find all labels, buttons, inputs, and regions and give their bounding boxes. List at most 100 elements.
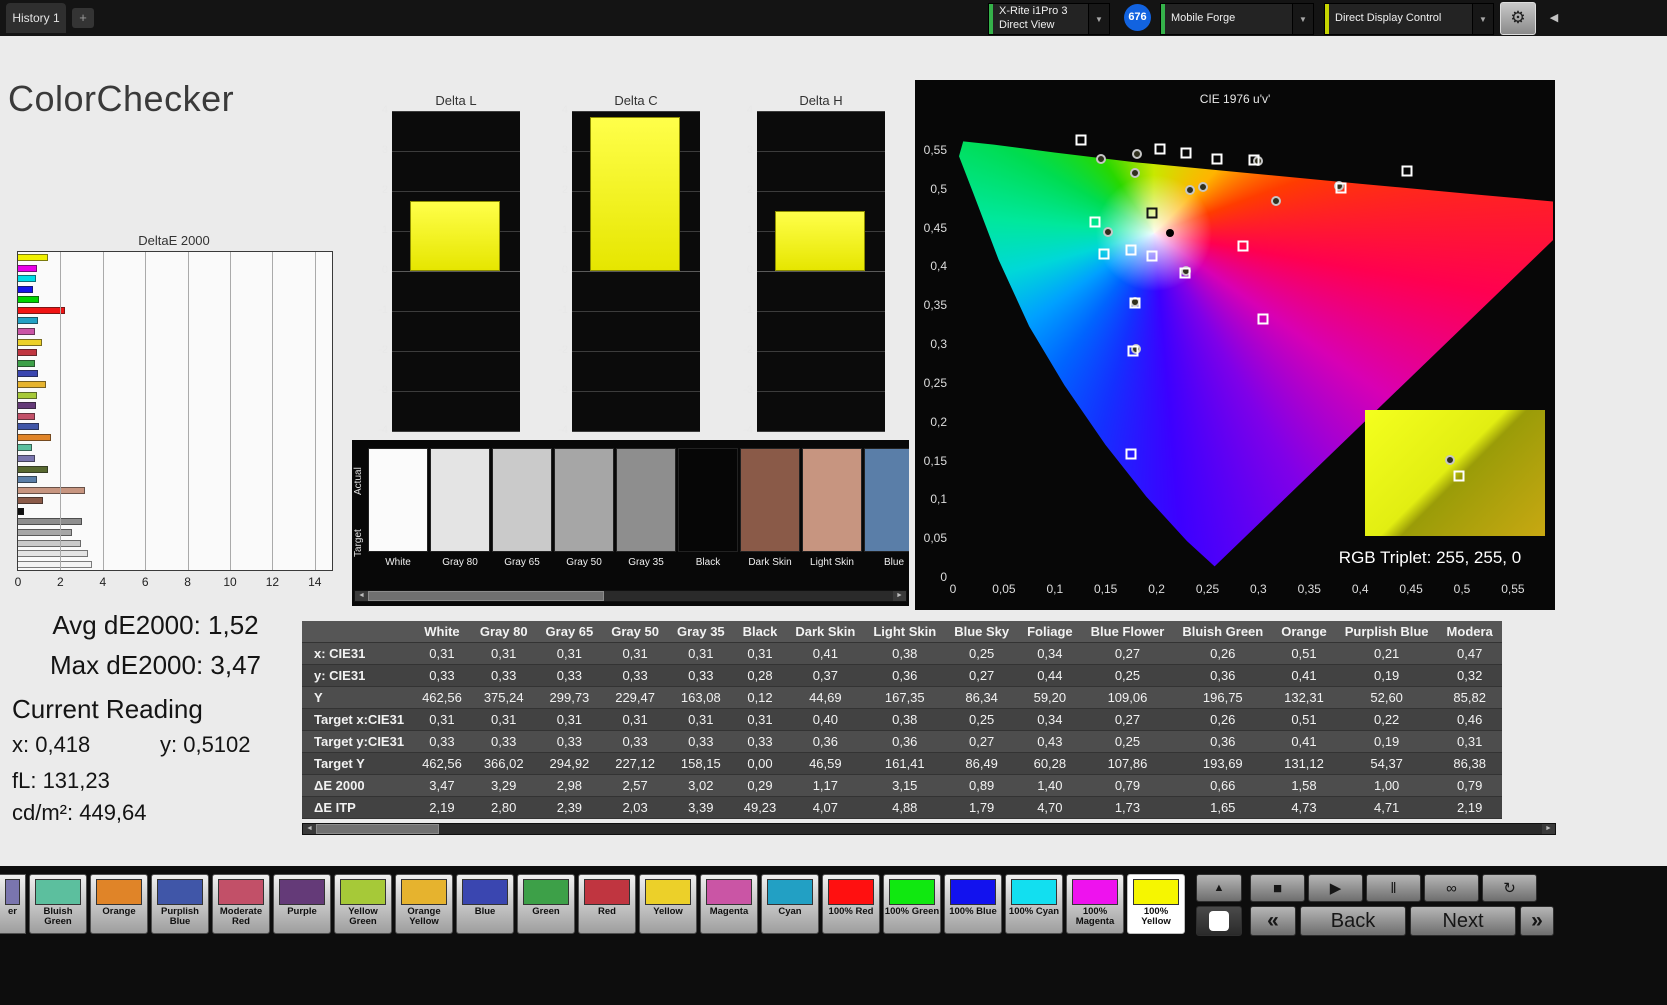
pattern-button[interactable]: Magenta [700,874,758,934]
pattern-button[interactable]: Green [517,874,575,934]
first-pattern-button[interactable]: « [1250,906,1296,936]
pattern-button[interactable]: 100% Cyan [1005,874,1063,934]
cell: 44,69 [786,687,864,709]
chevron-down-icon[interactable]: ▼ [1088,4,1109,34]
cell: 3,47 [413,775,471,797]
column-header: Purplish Blue [1336,621,1438,643]
next-button[interactable]: Next [1410,906,1516,936]
pattern-button[interactable]: Yellow Green [334,874,392,934]
target-marker [1336,182,1347,193]
target-marker [1180,148,1191,159]
pattern-button[interactable]: Moderate Red [212,874,270,934]
pattern-button[interactable]: Orange [90,874,148,934]
cell: 0,29 [734,775,787,797]
chart-title: DeltaE 2000 [15,233,333,248]
scroll-left-icon[interactable]: ◄ [355,591,368,601]
pattern-button[interactable]: Purple [273,874,331,934]
color-swatch: Light Skin [802,448,862,574]
pattern-button[interactable]: 100% Red [822,874,880,934]
chart-title: Delta L [390,93,522,108]
scroll-left-icon[interactable]: ◄ [303,824,316,834]
target-marker [1453,470,1464,481]
pattern-button[interactable]: Orange Yellow [395,874,453,934]
chevron-down-icon[interactable]: ▼ [1292,4,1313,34]
meter-dropdown[interactable]: X-Rite i1Pro 3 Direct View ▼ [988,3,1110,35]
gridline [572,311,700,312]
swatch-color-block [492,448,552,552]
pattern-button[interactable]: Purplish Blue [151,874,209,934]
cell: 0,21 [1336,643,1438,665]
refresh-button[interactable]: ↻ [1482,874,1537,902]
table-scrollbar[interactable]: ◄ ► [302,823,1556,835]
pattern-window-button[interactable] [1196,906,1242,936]
de-bar-row [18,561,330,568]
axis-tick-label: 0,15 [1089,582,1123,596]
pattern-button[interactable]: Bluish Green [29,874,87,934]
collapse-panel-icon[interactable]: ◀ [1544,8,1564,28]
cell: 0,33 [537,665,603,687]
pattern-button[interactable]: 100% Blue [944,874,1002,934]
cell: 299,73 [537,687,603,709]
display-control-dropdown[interactable]: Direct Display Control ▼ [1324,3,1494,35]
scroll-right-icon[interactable]: ► [1542,824,1555,834]
pattern-scroll-up-button[interactable]: ▲ [1196,874,1242,902]
play-button[interactable]: ▶ [1308,874,1363,902]
de-bar-row [18,455,330,462]
de-bar [18,518,82,525]
de-bar-row [18,275,330,282]
pattern-button[interactable]: Yellow [639,874,697,934]
swatch-color-block [864,448,909,552]
de-bar-row [18,487,330,494]
table-row: y: CIE310,330,330,330,330,330,280,370,36… [302,665,1502,687]
chart-title: Delta H [755,93,887,108]
pattern-button[interactable]: er [0,874,26,934]
pattern-button[interactable]: 100% Green [883,874,941,934]
cell: 2,57 [602,775,668,797]
gridline [757,111,885,112]
back-button[interactable]: Back [1300,906,1406,936]
reading-x-value: x: 0,418 [12,732,90,758]
pattern-button[interactable]: 100% Yellow [1127,874,1185,934]
axis-tick-label: 0,2 [915,415,947,429]
de-bar-row [18,529,330,536]
loop-button[interactable]: ∞ [1424,874,1479,902]
cell: 0,00 [734,753,787,775]
cell: 0,33 [537,731,603,753]
column-header: Modera [1438,621,1502,643]
column-header: Gray 35 [668,621,734,643]
pattern-button[interactable]: Red [578,874,636,934]
target-marker [1099,249,1110,260]
row-label: x: CIE31 [302,643,413,665]
scrollbar-track[interactable] [316,824,1542,834]
scrollbar-track[interactable] [368,591,893,601]
cell: 46,59 [786,753,864,775]
color-swatch [279,879,325,905]
measure-marker [1198,182,1208,192]
measure-marker [1132,149,1142,159]
gear-icon[interactable]: ⚙ [1500,2,1536,35]
add-tab-button[interactable]: + [72,8,94,28]
tab-history-1[interactable]: History 1 [6,3,66,33]
stop-button[interactable]: ■ [1250,874,1305,902]
measure-marker [1096,154,1106,164]
target-marker [1237,240,1248,251]
scrollbar-thumb[interactable] [368,591,604,601]
pause-button[interactable]: ‖ [1366,874,1421,902]
chevron-down-icon[interactable]: ▼ [1472,4,1493,34]
color-swatch [767,879,813,905]
pattern-button[interactable]: Blue [456,874,514,934]
cell: 86,49 [945,753,1018,775]
pattern-source-dropdown[interactable]: Mobile Forge ▼ [1160,3,1314,35]
scrollbar-thumb[interactable] [316,824,439,834]
cell: 0,41 [1272,731,1336,753]
swatch-color-block [554,448,614,552]
pattern-button[interactable]: 100% Magenta [1066,874,1124,934]
meter-dropdown-label: X-Rite i1Pro 3 Direct View [993,5,1088,33]
axis-tick-label: 2 [366,184,388,196]
scroll-right-icon[interactable]: ► [893,591,906,601]
pattern-button[interactable]: Cyan [761,874,819,934]
delta-h-chart: Delta H 43210-1-2-3-4 [731,93,887,445]
last-pattern-button[interactable]: » [1520,906,1554,936]
swatch-strip-scrollbar[interactable]: ◄ ► [354,590,907,602]
cell: 375,24 [471,687,537,709]
